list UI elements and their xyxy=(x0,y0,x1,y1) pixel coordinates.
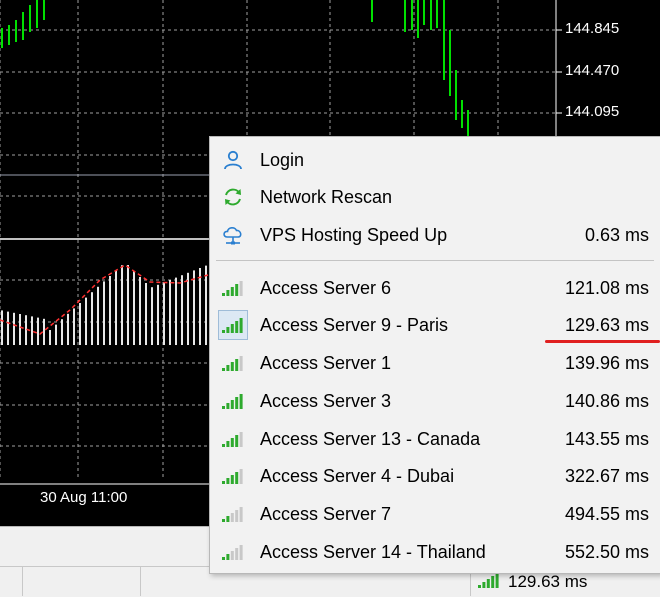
signal-strength-icon xyxy=(218,273,248,303)
price-axis-label: 144.095 xyxy=(565,103,620,120)
menu-item-label: Access Server 6 xyxy=(260,277,392,298)
user-icon xyxy=(218,145,248,175)
cloud-network-icon xyxy=(218,220,248,250)
menu-item-server[interactable]: Access Server 4 - Dubai 322.67 ms xyxy=(214,458,660,494)
connection-context-menu: Login Network Rescan VPS Hosting Speed U… xyxy=(209,136,660,574)
menu-item-label: Access Server 3 xyxy=(260,390,392,411)
menu-item-network-rescan[interactable]: Network Rescan xyxy=(214,179,660,215)
signal-strength-icon xyxy=(218,499,248,529)
menu-item-vps-hosting[interactable]: VPS Hosting Speed Up 0.63 ms xyxy=(214,217,660,253)
status-separator xyxy=(22,566,23,596)
menu-item-label: VPS Hosting Speed Up xyxy=(260,224,448,245)
menu-item-label: Access Server 1 xyxy=(260,352,392,373)
status-separator xyxy=(140,566,141,596)
menu-item-label: Network Rescan xyxy=(260,186,393,207)
menu-item-server[interactable]: Access Server 7 494.55 ms xyxy=(214,496,660,532)
menu-item-label: Access Server 4 - Dubai xyxy=(260,465,455,486)
price-axis-label: 144.845 xyxy=(565,20,620,37)
menu-item-ping: 139.96 ms xyxy=(564,352,649,373)
time-axis-label: 30 Aug 11:00 xyxy=(40,489,128,506)
menu-item-ping: 552.50 ms xyxy=(564,541,649,562)
menu-item-server[interactable]: Access Server 13 - Canada 143.55 ms xyxy=(214,421,660,457)
menu-item-label: Access Server 13 - Canada xyxy=(260,428,481,449)
menu-item-label: Login xyxy=(260,149,305,170)
price-axis-label: 144.470 xyxy=(565,62,620,79)
menu-item-ping: 494.55 ms xyxy=(564,503,649,524)
refresh-icon xyxy=(218,182,248,212)
connection-ping: 129.63 ms xyxy=(508,572,588,591)
menu-item-server[interactable]: Access Server 1 139.96 ms xyxy=(214,345,660,381)
menu-item-server[interactable]: Access Server 14 - Thailand 552.50 ms xyxy=(214,534,660,570)
menu-item-ping: 129.63 ms xyxy=(564,314,649,335)
signal-strength-icon xyxy=(218,310,248,340)
signal-strength-icon xyxy=(218,461,248,491)
menu-item-login[interactable]: Login xyxy=(214,142,660,178)
menu-item-label: Access Server 14 - Thailand xyxy=(260,541,486,562)
menu-item-ping: 0.63 ms xyxy=(584,224,649,245)
menu-item-ping: 121.08 ms xyxy=(564,277,649,298)
menu-item-ping: 140.86 ms xyxy=(564,390,649,411)
menu-item-server[interactable]: Access Server 9 - Paris 129.63 ms xyxy=(214,307,660,343)
menu-separator xyxy=(216,260,654,261)
signal-strength-icon xyxy=(218,386,248,416)
menu-item-server[interactable]: Access Server 6 121.08 ms xyxy=(214,270,660,306)
menu-item-ping: 143.55 ms xyxy=(564,428,649,449)
signal-strength-icon xyxy=(218,348,248,378)
menu-item-server[interactable]: Access Server 3 140.86 ms xyxy=(214,383,660,419)
menu-item-ping: 322.67 ms xyxy=(564,465,649,486)
highlight-underline xyxy=(545,340,660,343)
signal-strength-icon xyxy=(478,572,500,593)
signal-strength-icon xyxy=(218,424,248,454)
signal-strength-icon xyxy=(218,537,248,567)
menu-item-label: Access Server 9 - Paris xyxy=(260,314,449,335)
menu-item-label: Access Server 7 xyxy=(260,503,392,524)
